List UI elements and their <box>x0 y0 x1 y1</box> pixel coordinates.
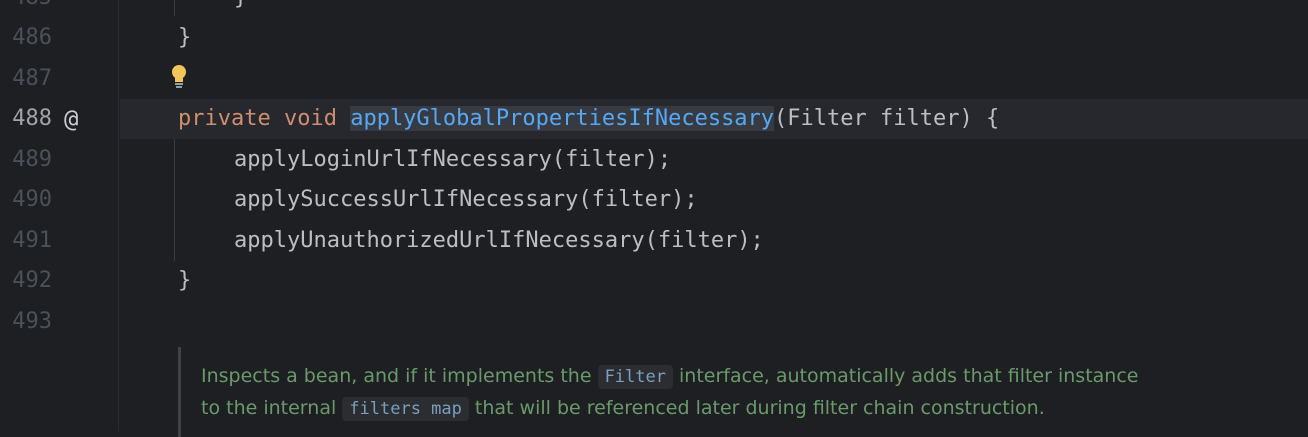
method-signature: (Filter filter) { <box>774 106 1000 131</box>
code-line-491[interactable]: applyUnauthorizedUrlIfNecessary(filter); <box>234 221 764 261</box>
keyword-private: private <box>178 106 271 131</box>
method-name-highlighted[interactable]: applyGlobalPropertiesIfNecessary <box>350 106 775 131</box>
doc-text: interface, automatically adds that filte… <box>672 365 1139 387</box>
line-number: 490 <box>12 187 52 212</box>
line-number: 492 <box>12 268 52 293</box>
doc-line-2: to the internal filters map that will be… <box>201 392 1045 425</box>
line-number: 487 <box>12 66 52 91</box>
indent-guide <box>174 139 175 261</box>
line-number: 486 <box>12 25 52 50</box>
code-editor[interactable]: 485 486 487 488 489 490 491 492 493 @ } … <box>0 0 1308 437</box>
line-number-active: 488 <box>12 106 52 131</box>
keyword-void: void <box>283 106 337 131</box>
rendered-doc-comment: Inspects a bean, and if it implements th… <box>178 347 1181 437</box>
doc-text: to the internal <box>201 397 343 419</box>
code-line-486[interactable]: } <box>178 18 191 58</box>
code-line-488[interactable]: private void applyGlobalPropertiesIfNece… <box>178 99 999 139</box>
line-number: 491 <box>12 228 52 253</box>
doc-line-1: Inspects a bean, and if it implements th… <box>201 360 1138 393</box>
doc-inline-code: Filter <box>597 365 673 389</box>
code-line-485[interactable]: } <box>234 0 247 18</box>
code-line-490[interactable]: applySuccessUrlIfNecessary(filter); <box>234 180 698 220</box>
line-number: 493 <box>12 309 52 334</box>
line-number: 489 <box>12 147 52 172</box>
line-number-gutter[interactable]: 485 486 487 488 489 490 491 492 493 @ <box>0 0 120 431</box>
doc-inline-code: filters map <box>342 397 469 421</box>
indent-guide <box>174 0 175 16</box>
code-line-492[interactable]: } <box>178 261 191 301</box>
doc-text: that will be referenced later during fil… <box>468 397 1045 419</box>
line-number: 485 <box>0 0 52 18</box>
override-marker-icon[interactable]: @ <box>64 99 78 139</box>
doc-text: Inspects a bean, and if it implements th… <box>201 365 598 387</box>
lightbulb-icon[interactable] <box>168 63 190 91</box>
code-line-489[interactable]: applyLoginUrlIfNecessary(filter); <box>234 140 671 180</box>
gutter-divider <box>118 0 119 431</box>
